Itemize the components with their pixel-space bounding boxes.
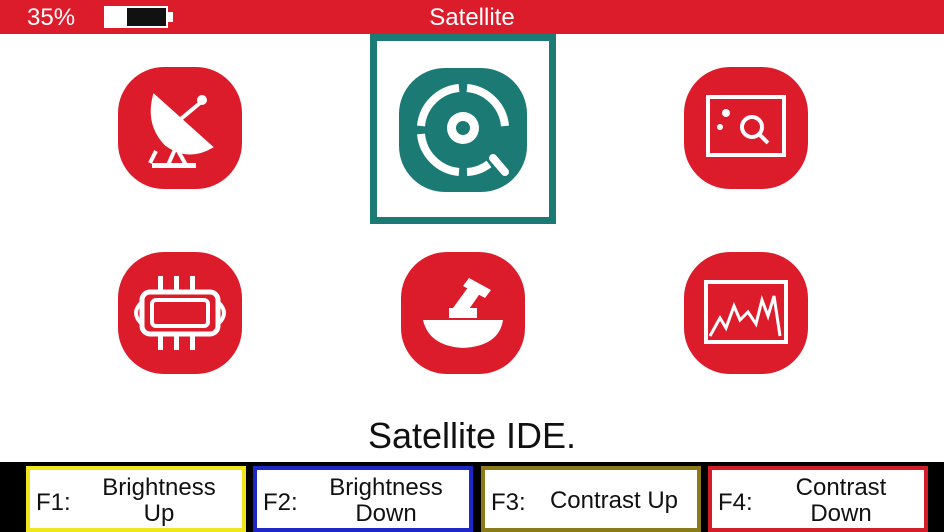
chip-icon	[118, 252, 242, 374]
search-screen-icon	[684, 67, 808, 189]
f2-brightness-down-button[interactable]: F2: Brightness Down	[253, 466, 473, 532]
tile-satellite-dish[interactable]	[116, 65, 244, 191]
status-bar: 35% Satellite	[0, 0, 944, 34]
tile-satellite-ide[interactable]	[397, 66, 529, 194]
f1-key-id: F1:	[36, 489, 71, 516]
f3-key-id: F3:	[491, 489, 526, 516]
selected-item-caption: Satellite IDE.	[367, 415, 577, 456]
page-title: Satellite	[429, 4, 515, 31]
f3-contrast-up-button[interactable]: F3: Contrast Up	[481, 466, 701, 532]
f4-key-label: Contrast Down	[795, 473, 887, 527]
tile-spectrum[interactable]	[682, 250, 810, 376]
f1-key-label: Brightness Up	[102, 473, 216, 527]
tile-spectrum-search[interactable]	[682, 65, 810, 191]
f4-key-id: F4:	[718, 489, 753, 516]
tile-lnb-power[interactable]	[116, 250, 244, 376]
target-search-icon	[399, 68, 527, 192]
satellite-dish-icon	[118, 67, 242, 189]
f2-key-id: F2:	[263, 489, 298, 516]
f3-key-label: Contrast Up	[549, 486, 679, 514]
f1-brightness-up-button[interactable]: F1: Brightness Up	[26, 466, 246, 532]
lnb-feed-icon	[401, 252, 525, 374]
f4-contrast-down-button[interactable]: F4: Contrast Down	[708, 466, 928, 532]
f2-key-label: Brightness Down	[329, 473, 443, 527]
tile-lnb[interactable]	[399, 250, 527, 376]
spectrum-graph-icon	[684, 252, 808, 374]
